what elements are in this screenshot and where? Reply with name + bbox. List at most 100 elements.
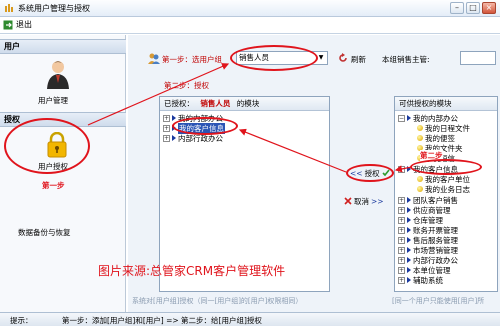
tree-item[interactable]: − 我的客户信息: [398, 164, 458, 174]
users-section-header: 用户: [0, 39, 126, 54]
tree-item[interactable]: − 我的内部办公: [398, 113, 458, 123]
module-bullet-icon: [407, 207, 411, 213]
tree-item[interactable]: + 供应商管理: [398, 205, 451, 215]
user-group-value: 销售人员: [239, 53, 269, 62]
authorized-suffix: 的模块: [236, 99, 260, 108]
expand-icon[interactable]: +: [398, 216, 405, 224]
user-management-item[interactable]: 用户管理: [30, 59, 90, 109]
expand-icon[interactable]: +: [398, 266, 405, 274]
minimize-button[interactable]: –: [450, 2, 464, 14]
tree-item[interactable]: + 仓库管理: [398, 215, 443, 225]
tree-item[interactable]: + 团队客户销售: [398, 195, 458, 205]
authorized-group-name: 销售人员: [200, 99, 231, 108]
tree-item[interactable]: + 我的内部办公: [163, 113, 223, 123]
step-one-annotation: 第一步: [42, 181, 65, 190]
module-bullet-icon: [407, 277, 411, 283]
tree-item-label: 内部行政办公: [178, 133, 223, 143]
refresh-icon[interactable]: [338, 53, 348, 63]
user-authorization-item[interactable]: 用户授权: [30, 132, 90, 174]
collapse-icon[interactable]: −: [398, 114, 405, 122]
step-one-label: 第一步：选用户组: [162, 55, 222, 64]
app-icon: [5, 4, 13, 12]
watermark-text: 图片来源:总管家CRM客户管理软件: [98, 264, 286, 278]
cancel-icon: [344, 197, 352, 205]
module-bullet-icon: [172, 135, 176, 141]
user-group-icon: [148, 53, 160, 64]
available-modules-list[interactable]: 可供授权的模块 −我的内部办公 我的日程文件 我的便签 我的文件夹 手机短信 −…: [394, 96, 498, 292]
tree-item[interactable]: + 账务开票管理: [398, 225, 458, 235]
expand-icon[interactable]: +: [398, 256, 405, 264]
expand-icon[interactable]: +: [163, 124, 170, 132]
tree-item[interactable]: 我的业务日志: [417, 184, 470, 194]
authorized-header: 已授权： 销售人员 的模块: [160, 97, 329, 111]
available-header: 可供授权的模块: [395, 97, 497, 111]
maximize-button[interactable]: □: [466, 2, 480, 14]
module-bullet-icon: [407, 237, 411, 243]
cancel-label: 取消: [354, 196, 369, 206]
module-bullet-icon: [172, 125, 176, 131]
expand-icon[interactable]: +: [163, 114, 170, 122]
refresh-button[interactable]: 刷新: [351, 54, 366, 65]
user-group-select[interactable]: 销售人员 ▼: [236, 51, 328, 65]
tree-item[interactable]: + 内部行政办公: [163, 133, 223, 143]
tree-item-label: 辅助系统: [413, 275, 443, 285]
module-bullet-icon: [407, 267, 411, 273]
grant-label: 授权: [364, 168, 380, 178]
leaf-icon: [417, 186, 423, 192]
module-bullet-icon: [407, 197, 411, 203]
auth-section-header: 授权: [0, 112, 126, 127]
user-icon: [47, 61, 69, 89]
backup-restore-link[interactable]: 数据备份与恢复: [18, 227, 71, 238]
step-two-annotation: 第二步: [420, 150, 443, 161]
exit-label: 退出: [16, 20, 32, 29]
expand-icon[interactable]: +: [163, 134, 170, 142]
module-bullet-icon: [407, 257, 411, 263]
left-footnote: 系统对[用户组]授权（同一[用户组]的[用户]权限相同）: [132, 297, 303, 305]
tree-item[interactable]: 我的客户单位: [417, 174, 470, 184]
collapse-icon[interactable]: −: [398, 165, 405, 173]
status-bar: 提示： 第一步：添加[用户组]和[用户] => 第二步：给[用户组]授权: [0, 312, 500, 326]
exit-icon: [3, 20, 13, 29]
menu-bar: 退出: [0, 17, 500, 34]
module-bullet-icon: [407, 115, 411, 121]
chevron-down-icon: ▼: [318, 54, 324, 61]
expand-icon[interactable]: +: [398, 276, 405, 284]
tree-item[interactable]: + 本单位管理: [398, 265, 451, 275]
expand-icon[interactable]: +: [398, 246, 405, 254]
leaf-icon: [417, 125, 423, 131]
user-management-label: 用户管理: [38, 96, 68, 105]
expand-icon[interactable]: +: [398, 236, 405, 244]
tree-item[interactable]: 我的日程文件: [417, 123, 470, 133]
tree-item[interactable]: 我的便签: [417, 133, 455, 143]
hint-label: 提示：: [10, 316, 33, 325]
leaf-icon: [417, 135, 423, 141]
sales-manager-label: 本组销售主管:: [382, 55, 430, 64]
sales-manager-input[interactable]: [460, 51, 496, 65]
module-bullet-icon: [172, 115, 176, 121]
tree-item[interactable]: + 内部行政办公: [398, 255, 458, 265]
step-two-label: 第二步：授权: [164, 81, 209, 90]
tree-item[interactable]: + 辅助系统: [398, 275, 443, 285]
grant-arrows: <<: [350, 168, 363, 178]
authorized-prefix: 已授权：: [164, 99, 194, 108]
cancel-arrows: >>: [371, 196, 384, 206]
grant-button[interactable]: << 授权: [350, 167, 392, 179]
user-authorization-label: 用户授权: [38, 162, 68, 171]
leaf-icon: [417, 176, 423, 182]
tree-item-selected[interactable]: + 我的客户信息: [163, 122, 225, 134]
right-footnote: [同一个用户只能使用[用户]所: [392, 297, 485, 305]
expand-icon[interactable]: +: [398, 226, 405, 234]
close-button[interactable]: ×: [482, 2, 496, 14]
module-bullet-icon: [407, 217, 411, 223]
exit-button[interactable]: 退出: [3, 19, 32, 30]
window-title: 系统用户管理与授权: [18, 4, 90, 13]
tree-item-label: 我的业务日志: [425, 184, 470, 194]
expand-icon[interactable]: +: [398, 206, 405, 214]
cancel-button[interactable]: 取消 >>: [344, 195, 392, 207]
expand-icon[interactable]: +: [398, 196, 405, 204]
module-bullet-icon: [407, 166, 411, 172]
tree-item[interactable]: + 售后服务管理: [398, 235, 458, 245]
hint-text: 第一步：添加[用户组]和[用户] => 第二步：给[用户组]授权: [62, 316, 262, 325]
title-bar: 系统用户管理与授权 – □ ×: [0, 0, 500, 17]
tree-item[interactable]: + 市场营销管理: [398, 245, 458, 255]
